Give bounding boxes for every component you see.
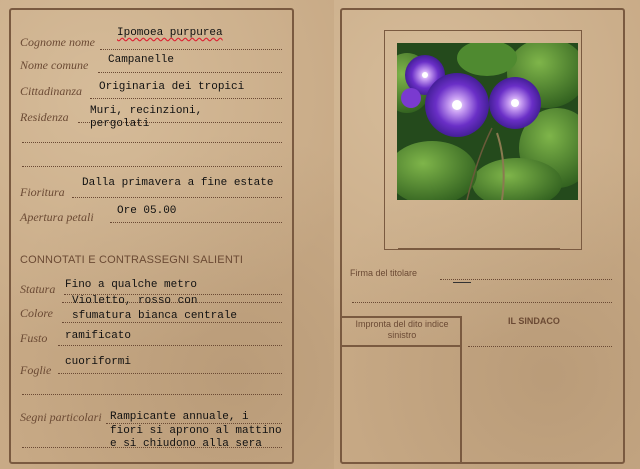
signature-mark (453, 282, 471, 283)
label-foglie: Foglie (20, 363, 52, 377)
value-residenza-line-1: Muri, recinzioni, (90, 105, 203, 117)
line-sindaco (468, 346, 612, 347)
line-residenza-2 (22, 142, 282, 143)
line-residenza-3 (22, 166, 282, 167)
label-impronta-dito: Impronta del dito indice sinistro (355, 319, 449, 340)
label-fioritura: Fioritura (20, 185, 65, 199)
label-firma-titolare: Firma del titolare (350, 268, 418, 278)
line-apertura-petali (110, 222, 282, 223)
label-fusto: Fusto (20, 331, 48, 345)
value-fioritura: Dalla primavera a fine estate (82, 177, 274, 189)
label-cittadinanza: Cittadinanza (20, 84, 83, 98)
line-cittadinanza (90, 98, 282, 99)
line-nome-comune (98, 72, 282, 73)
line-foglie-2 (22, 394, 282, 395)
value-colore-line-2: sfumatura bianca centrale (72, 310, 238, 322)
value-segni-line-2: fiori si aprono al mattino (110, 425, 282, 437)
label-residenza: Residenza (20, 110, 69, 124)
line-fusto (58, 345, 282, 346)
label-il-sindaco: IL SINDACO (508, 316, 560, 326)
label-segni-particolari: Segni particolari (20, 410, 102, 424)
value-residenza-line-2: pergolati (90, 118, 150, 130)
value-nome-comune: Campanelle (108, 54, 175, 66)
line-firma-2 (352, 302, 612, 303)
value-foglie: cuoriformi (65, 356, 132, 368)
morning-glory-image (397, 43, 578, 200)
flower-photo (397, 43, 578, 200)
value-apertura-petali: Ore 05.00 (117, 205, 177, 217)
line-segni-2 (22, 447, 282, 448)
value-segni-line-3: e si chiudono alla sera (110, 438, 262, 450)
line-foglie-1 (58, 373, 282, 374)
line-segni-1 (106, 423, 282, 424)
label-colore: Colore (20, 306, 53, 320)
label-statura: Statura (20, 282, 56, 296)
line-firma-1 (440, 279, 612, 280)
value-cittadinanza: Originaria dei tropici (99, 81, 245, 93)
line-cognome-nome (100, 49, 282, 50)
label-nome-comune: Nome comune (20, 58, 89, 72)
left-page-frame (9, 8, 294, 464)
line-fioritura (72, 197, 282, 198)
value-fusto: ramificato (65, 330, 132, 342)
value-colore-line-1: Violetto, rosso con (72, 295, 198, 307)
value-segni-line-1: Rampicante annuale, i (110, 411, 249, 423)
value-cognome-nome: Ipomoea purpurea (117, 27, 223, 39)
label-apertura-petali: Apertura petali (20, 210, 94, 224)
value-statura: Fino a qualche metro (65, 279, 198, 291)
line-colore-2 (62, 322, 282, 323)
section-title-connotati: CONNOTATI E CONTRASSEGNI SALIENTI (20, 254, 244, 266)
photo-frame-shadow (398, 248, 560, 250)
label-cognome-nome: Cognome nome (20, 35, 95, 49)
